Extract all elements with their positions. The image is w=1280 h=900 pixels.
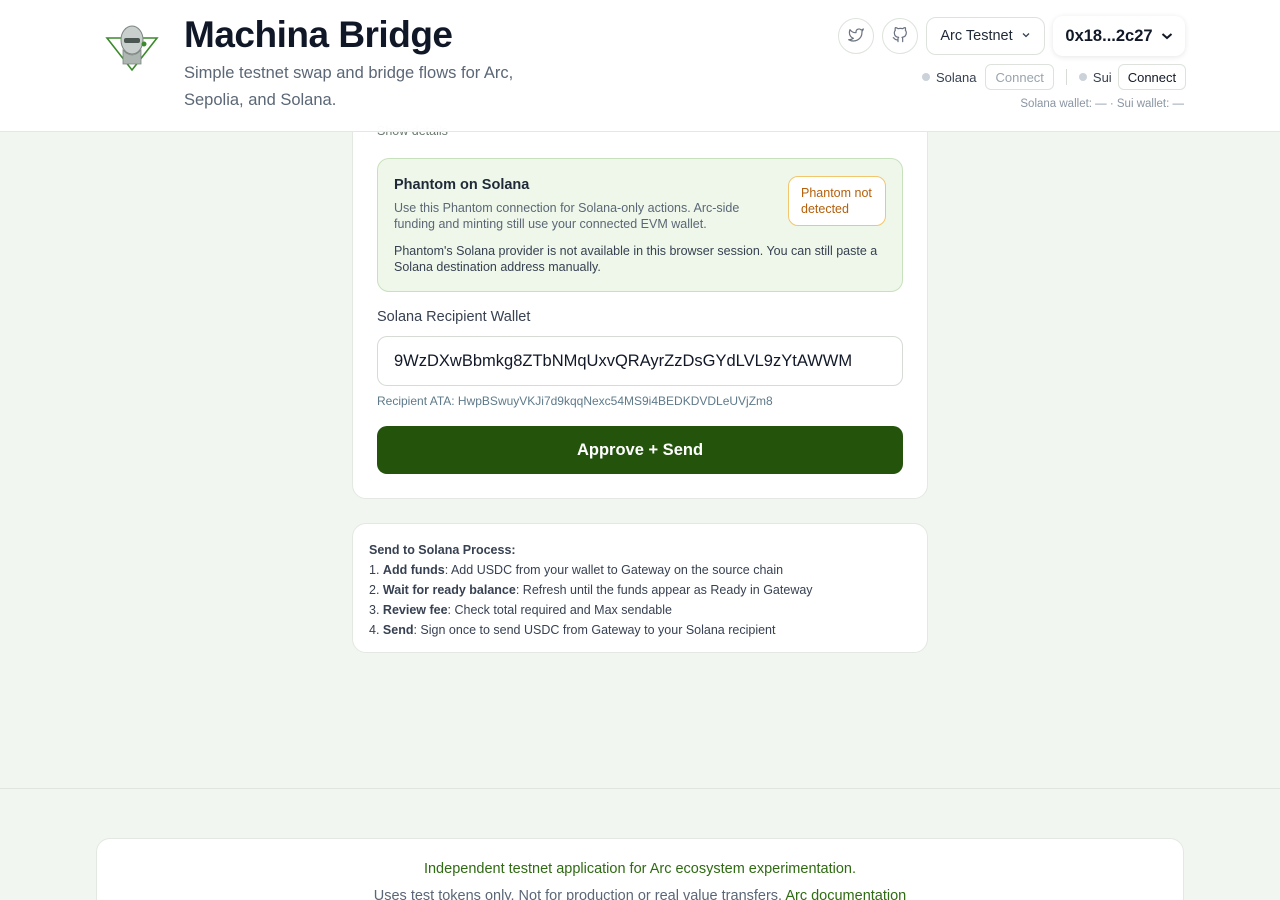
- solana-status-dot: [922, 73, 930, 81]
- twitter-icon: [848, 27, 864, 46]
- solana-label: Solana: [936, 69, 977, 85]
- step-text: : Refresh until the funds appear as Read…: [515, 583, 813, 597]
- process-step: 3. Review fee: Check total required and …: [369, 600, 911, 620]
- step-number: 1.: [369, 563, 380, 577]
- recipient-label: Solana Recipient Wallet: [377, 309, 531, 325]
- account-address: 0x18...2c27: [1065, 26, 1153, 45]
- app-title: Machina Bridge: [184, 14, 453, 55]
- process-step: 2. Wait for ready balance: Refresh until…: [369, 580, 911, 600]
- footer-note-text: Uses test tokens only. Not for productio…: [373, 888, 783, 900]
- divider: [1065, 69, 1067, 85]
- step-number: 3.: [369, 603, 380, 617]
- step-title: Review fee: [382, 603, 448, 617]
- sui-status-dot: [1078, 73, 1087, 81]
- app-subtitle: Simple testnet swap and bridge flows for…: [184, 64, 514, 109]
- network-label: Arc Testnet: [940, 28, 1013, 44]
- footer-disclaimer: Independent testnet application for Arc …: [423, 861, 857, 877]
- step-number: 2.: [369, 583, 380, 597]
- process-card: Send to Solana Process: 1. Add funds: Ad…: [352, 523, 928, 653]
- process-step: 4. Send: Sign once to send USDC from Gat…: [369, 620, 911, 640]
- phantom-status-badge: Phantom not detected: [788, 176, 886, 226]
- sui-connect-button[interactable]: Connect: [1117, 64, 1187, 90]
- step-number: 4.: [369, 623, 380, 637]
- account-button[interactable]: 0x18...2c27: [1053, 16, 1185, 56]
- process-step: 1. Add funds: Add USDC from your wallet …: [369, 560, 911, 580]
- phantom-title: Phantom on Solana: [394, 177, 530, 193]
- phantom-description: Use this Phantom connection for Solana-o…: [394, 201, 740, 231]
- phantom-panel: Phantom on Solana Use this Phantom conne…: [377, 158, 903, 292]
- process-title: Send to Solana Process:: [369, 543, 516, 557]
- step-text: : Check total required and Max sendable: [447, 603, 672, 617]
- step-text: : Sign once to send USDC from Gateway to…: [413, 623, 776, 637]
- footer-divider: [0, 788, 1280, 789]
- step-title: Add funds: [382, 563, 445, 577]
- solana-wallet-row: Solana Connect Sui Connect: [922, 64, 1187, 90]
- phantom-note: Phantom's Solana provider is not availab…: [394, 244, 878, 274]
- recipient-address-input[interactable]: [377, 336, 903, 386]
- sui-label: Sui: [1092, 69, 1112, 85]
- arc-docs-link[interactable]: Arc documentation: [785, 888, 906, 900]
- network-selector[interactable]: Arc Testnet: [926, 17, 1045, 55]
- solana-connect-button[interactable]: Connect: [985, 64, 1054, 90]
- app-header: Machina Bridge Simple testnet swap and b…: [0, 0, 1280, 132]
- footer-note: Uses test tokens only. Not for productio…: [97, 888, 1183, 900]
- wallet-status-text: Solana wallet: — · Sui wallet: —: [1020, 98, 1184, 110]
- chevron-down-icon: [1161, 27, 1173, 46]
- github-icon: [892, 26, 908, 46]
- step-text: : Add USDC from your wallet to Gateway o…: [444, 563, 784, 577]
- chevron-down-icon: [1021, 28, 1031, 44]
- step-title: Send: [382, 623, 414, 637]
- step-title: Wait for ready balance: [382, 583, 516, 597]
- recipient-ata-text: Recipient ATA: HwpBSwuyVKJi7d9kqqNexc54M…: [377, 394, 773, 408]
- footer-card: Independent testnet application for Arc …: [96, 838, 1184, 900]
- robot-logo-icon: [104, 20, 160, 72]
- approve-send-button[interactable]: Approve + Send: [377, 426, 903, 474]
- github-button[interactable]: [882, 18, 918, 54]
- twitter-button[interactable]: [838, 18, 874, 54]
